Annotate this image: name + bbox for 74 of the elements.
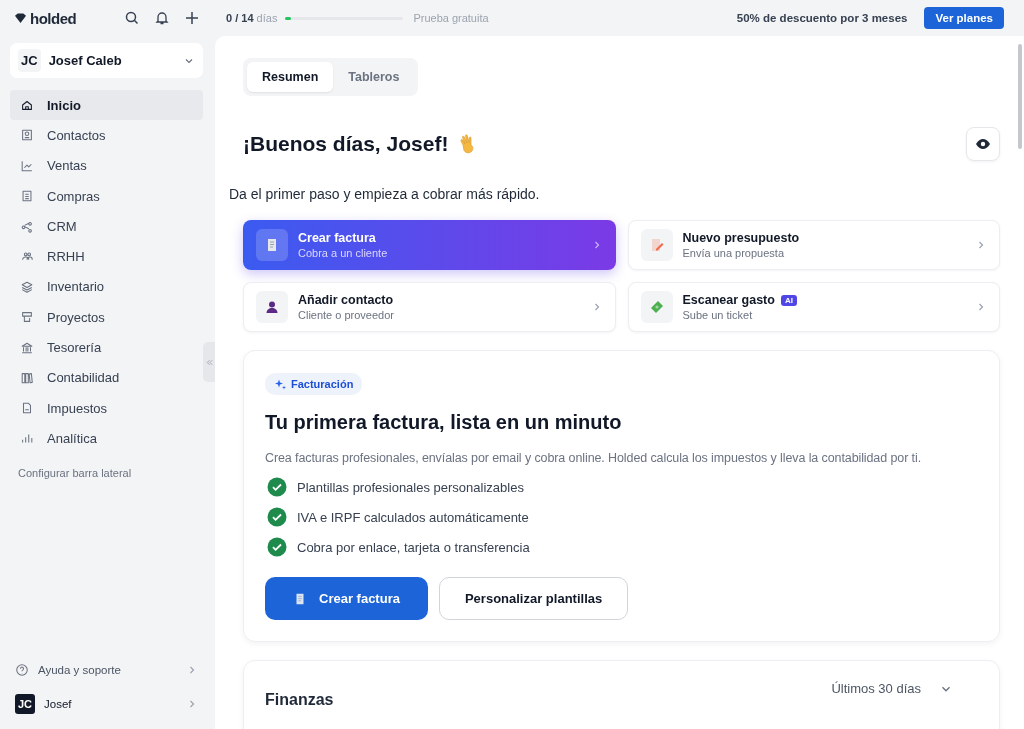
question-icon [15, 663, 29, 677]
plus-icon[interactable] [184, 10, 200, 26]
account-selector[interactable]: JC Josef Caleb [10, 43, 203, 78]
sparkle-icon [274, 378, 286, 390]
nav-icon [20, 401, 34, 416]
sidebar-item[interactable]: Contactos [10, 120, 203, 151]
nav-icon [20, 279, 34, 294]
account-avatar: JC [18, 49, 41, 72]
create-invoice-button[interactable]: Crear factura [265, 577, 428, 620]
account-name: Josef Caleb [48, 53, 123, 68]
sidebar-item[interactable]: Analítica [10, 423, 203, 454]
nav-icon [20, 128, 34, 143]
period-dropdown[interactable]: Últimos 30 días [831, 681, 953, 696]
person-icon [264, 299, 280, 315]
subtitle-text: Da el primer paso y empieza a cobrar más rápido. [229, 186, 541, 202]
collapse-sidebar-handle[interactable] [203, 342, 215, 382]
feature-text: Cobra por enlace, tarjeta o transferencia [297, 539, 530, 555]
card-title: Tu primera factura, lista en un minuto [265, 411, 623, 434]
card-description: Crea facturas profesionales, envíalas por email y cobra online. Holded calcula los impuestos y lleva la contabilidad por ti. [265, 451, 922, 465]
sidebar-item[interactable]: Inventario [10, 271, 203, 303]
sidebar-item[interactable]: Compras [10, 180, 203, 212]
search-icon[interactable] [124, 10, 140, 26]
logo-icon [14, 12, 27, 24]
configure-sidebar-link[interactable]: Configurar barra lateral [10, 466, 140, 479]
help-label: Ayuda y soporte [38, 664, 122, 676]
action-subtitle: Cobra a un cliente [298, 247, 389, 259]
eye-icon [975, 136, 991, 152]
help-item[interactable]: Ayuda y soporte [10, 653, 203, 687]
sidebar-item[interactable]: CRM [10, 211, 203, 242]
double-chevron-icon [204, 357, 214, 367]
nav-icon [20, 158, 34, 173]
action-title: Crear factura [298, 231, 376, 245]
quick-action-card[interactable]: Añadir contacto Cliente o proveedor [243, 282, 616, 332]
user-avatar: JC [15, 694, 36, 714]
sidebar-item[interactable]: RRHH [10, 241, 203, 272]
bell-icon[interactable] [154, 10, 170, 26]
action-subtitle: Cliente o proveedor [298, 309, 395, 321]
tag-label: Facturación [291, 378, 354, 390]
greeting-title: ¡Buenos días, Josef! [243, 132, 449, 156]
sidebar-item[interactable]: Proyectos [10, 302, 203, 333]
nav-icon [20, 98, 34, 113]
user-name: Josef [44, 698, 73, 710]
action-title: Escanear gasto [682, 293, 775, 307]
nav-icon [20, 219, 34, 234]
feature-text: IVA e IRPF calculados automáticamente [297, 509, 529, 525]
trial-label: Prueba gratuita [413, 12, 489, 24]
nav-icon [20, 189, 34, 204]
sidebar-item[interactable]: Contabilidad [10, 362, 203, 393]
quick-action-card[interactable]: Crear factura Cobra a un cliente [243, 220, 616, 270]
nav-icon [20, 310, 34, 325]
ai-badge: AI [780, 294, 797, 306]
quick-action-card[interactable]: Nuevo presupuesto Envía una propuesta [627, 220, 1000, 270]
feature-text: Plantillas profesionales personalizables [297, 479, 524, 495]
action-title: Nuevo presupuesto [682, 231, 800, 245]
customize-templates-button[interactable]: Personalizar plantillas [438, 577, 629, 620]
plans-button[interactable]: Ver planes [924, 7, 1004, 29]
sidebar-item[interactable]: Tesorería [10, 332, 203, 363]
action-title: Añadir contacto [298, 293, 394, 307]
nav-icon [20, 370, 34, 385]
brand-name: holded [30, 9, 77, 27]
sidebar-item[interactable]: Ventas [10, 150, 203, 181]
sidebar-item[interactable]: Inicio [10, 90, 203, 121]
discount-text: 50% de descuento por 3 meses [736, 12, 908, 24]
quick-action-card[interactable]: Escanear gasto AI Sube un ticket [627, 282, 1000, 332]
action-subtitle: Envía una propuesta [682, 247, 786, 259]
user-item[interactable]: JC Josef [10, 687, 203, 721]
nav-icon [20, 340, 34, 355]
finance-title: Finanzas [265, 691, 334, 709]
tab[interactable]: Resumen [247, 62, 334, 92]
sidebar-item[interactable]: Impuestos [10, 392, 203, 424]
trial-days: 0 / 14 días [226, 12, 278, 24]
tab[interactable]: Tableros [333, 62, 415, 92]
action-subtitle: Sube un ticket [682, 309, 754, 321]
visibility-toggle-button[interactable] [966, 127, 1000, 161]
